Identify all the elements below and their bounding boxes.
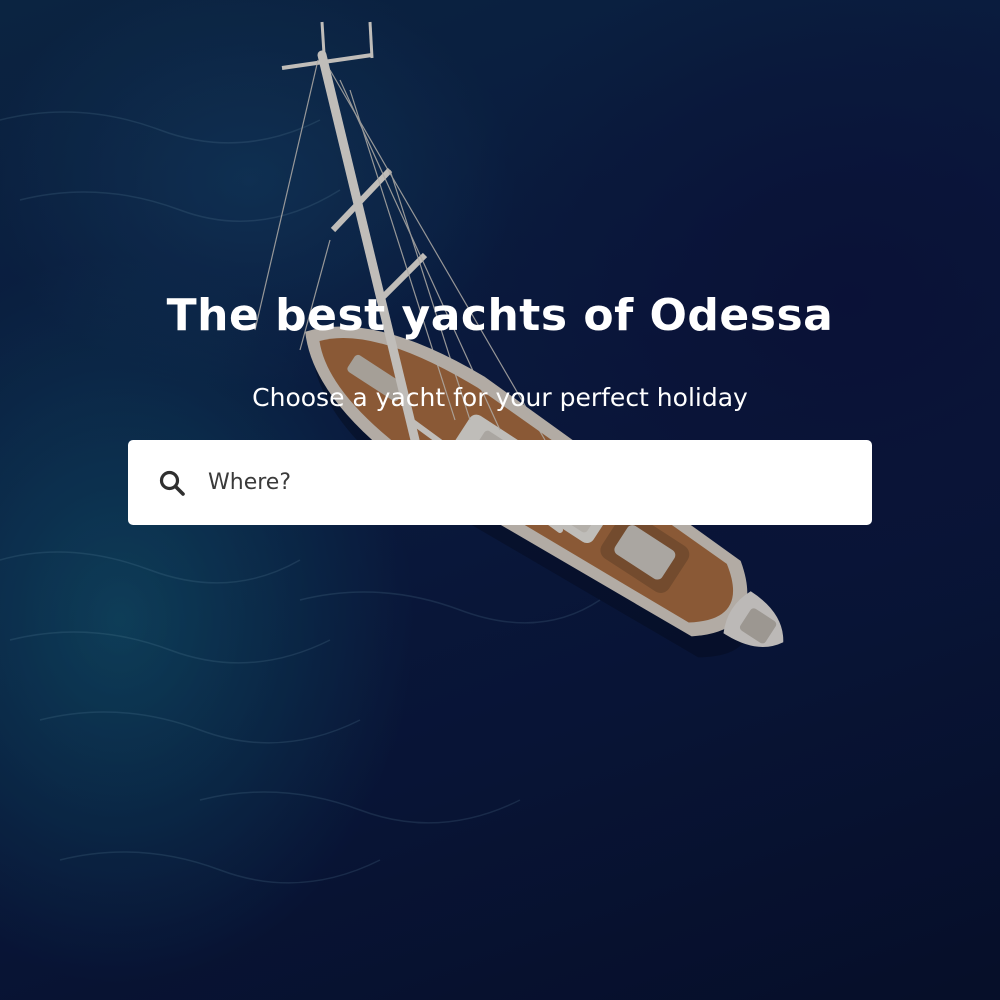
hero-section: The best yachts of Odessa Choose a yacht… xyxy=(0,0,1000,1000)
page-title: The best yachts of Odessa xyxy=(166,290,834,341)
search-icon[interactable] xyxy=(158,469,186,497)
search-box[interactable] xyxy=(128,440,872,525)
search-input[interactable] xyxy=(206,451,852,514)
page-subtitle: Choose a yacht for your perfect holiday xyxy=(252,383,748,412)
